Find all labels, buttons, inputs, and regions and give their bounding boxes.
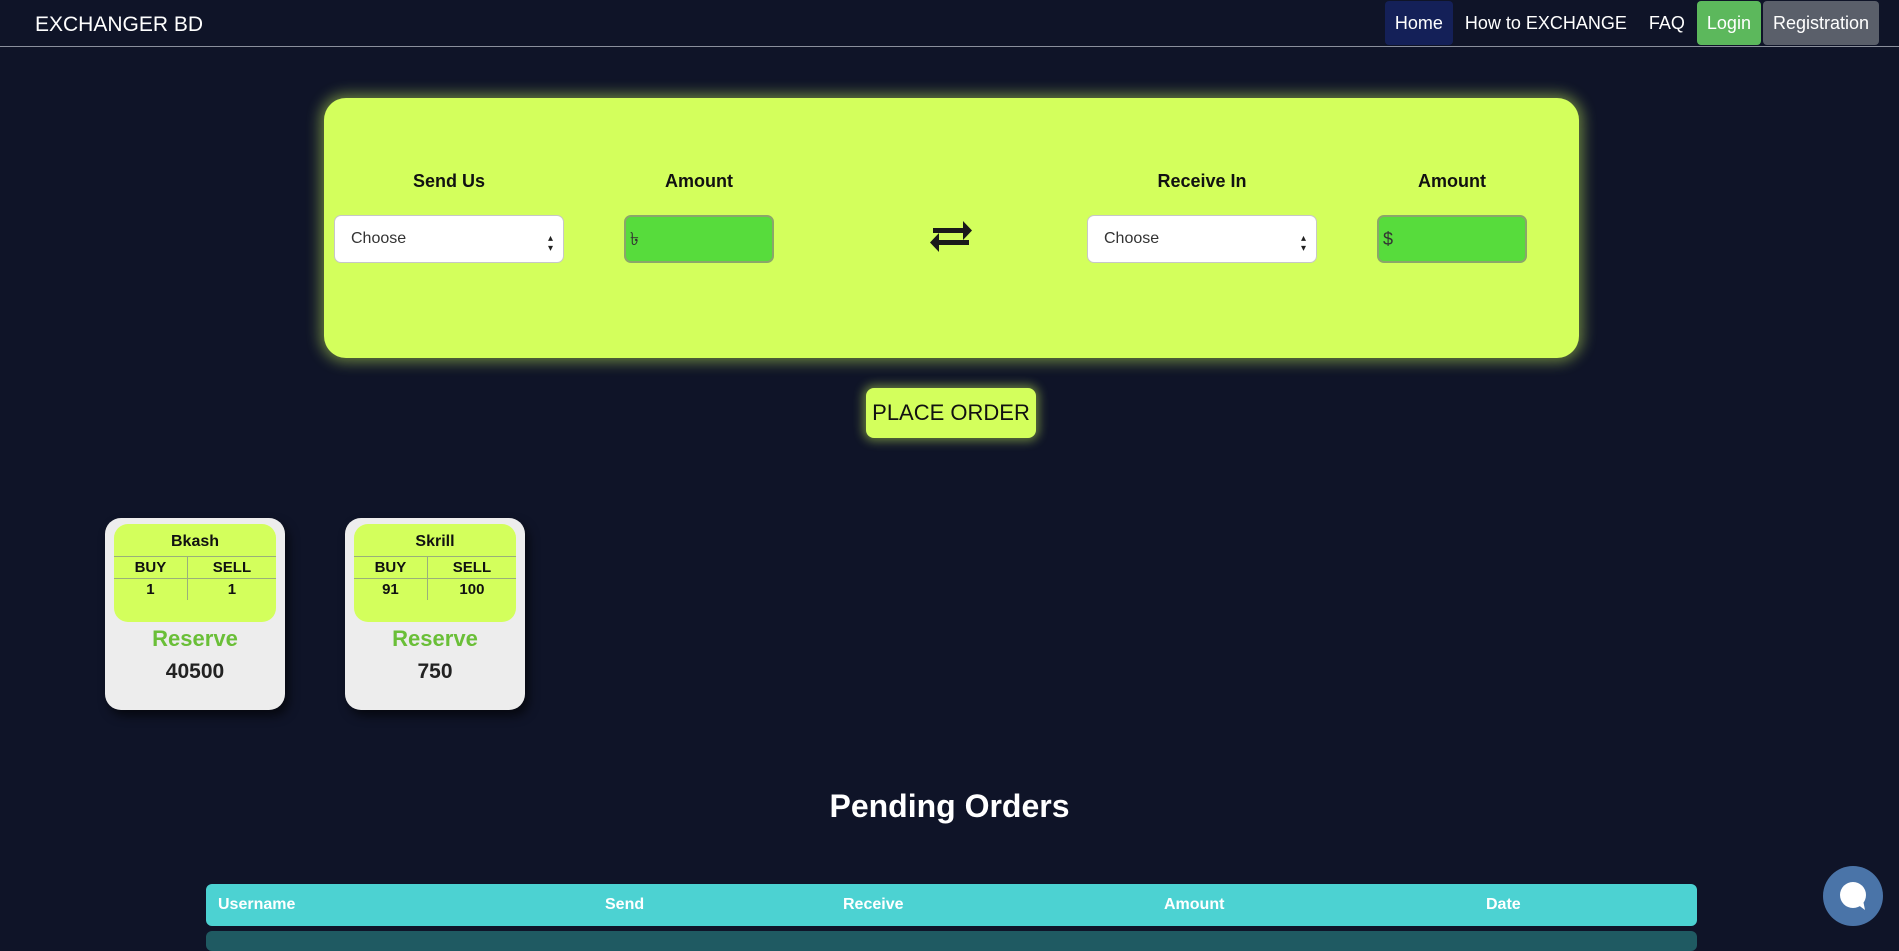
receive-amount-input[interactable]: $ bbox=[1377, 215, 1527, 263]
rate-panel: Skrill BUY SELL 91 100 bbox=[354, 524, 516, 622]
buy-header: BUY bbox=[354, 556, 428, 579]
receive-amount-label: Amount bbox=[1418, 171, 1486, 191]
rate-table: BUY SELL 91 100 bbox=[354, 556, 516, 600]
sell-rate: 1 bbox=[227, 581, 237, 598]
rate-currency-name: Bkash bbox=[170, 533, 220, 550]
sell-header: SELL bbox=[187, 556, 276, 579]
table-row bbox=[206, 931, 1697, 951]
receive-currency-select[interactable]: Choose ▴ ▾ bbox=[1087, 215, 1317, 263]
nav-login-button[interactable]: Login bbox=[1696, 1, 1761, 45]
receive-select-value: Choose bbox=[1104, 230, 1160, 247]
swap-arrows-icon[interactable] bbox=[929, 216, 973, 252]
chat-bubble-icon bbox=[1840, 882, 1866, 910]
navbar: EXCHANGER BD Home How to EXCHANGE FAQ Lo… bbox=[0, 0, 1899, 47]
reserve-value: 750 bbox=[417, 660, 453, 683]
place-order-button[interactable]: PLACE ORDER bbox=[866, 388, 1036, 438]
col-username: Username bbox=[218, 896, 296, 913]
taka-symbol: ৳ bbox=[630, 229, 639, 249]
sell-rate: 100 bbox=[459, 581, 485, 598]
col-send: Send bbox=[605, 896, 645, 913]
sell-header: SELL bbox=[427, 556, 516, 579]
send-select-value: Choose bbox=[351, 230, 407, 247]
reserve-label: Reserve bbox=[152, 626, 238, 651]
select-arrows-icon: ▴ ▾ bbox=[1300, 233, 1306, 254]
send-amount-input[interactable]: ৳ bbox=[624, 215, 774, 263]
col-date: Date bbox=[1486, 896, 1521, 913]
rate-card-skrill: Skrill BUY SELL 91 100 Reserve 750 bbox=[345, 518, 525, 710]
nav-registration-button[interactable]: Registration bbox=[1762, 1, 1879, 45]
send-currency-select[interactable]: Choose ▴ ▾ bbox=[334, 215, 564, 263]
reserve-value: 40500 bbox=[165, 660, 225, 683]
receive-in-label: Receive In bbox=[1157, 171, 1247, 191]
dollar-symbol: $ bbox=[1383, 229, 1394, 249]
reserve-label: Reserve bbox=[392, 626, 478, 651]
pending-orders-title: Pending Orders bbox=[829, 788, 1070, 824]
send-amount-label: Amount bbox=[665, 171, 733, 191]
buy-rate: 1 bbox=[114, 578, 188, 600]
brand-logo[interactable]: EXCHANGER BD bbox=[35, 13, 203, 37]
rate-table: BUY SELL 1 1 bbox=[114, 556, 276, 600]
buy-rate: 91 bbox=[354, 578, 428, 600]
nav-links: Home How to EXCHANGE FAQ Login Registrat… bbox=[1383, 0, 1879, 46]
exchange-form: Send Us Choose ▴ ▾ Amount ৳ Receive In Ch… bbox=[324, 98, 1579, 358]
buy-header: BUY bbox=[114, 556, 188, 579]
nav-how-to-exchange[interactable]: How to EXCHANGE bbox=[1455, 1, 1637, 45]
nav-faq[interactable]: FAQ bbox=[1639, 1, 1695, 45]
rate-panel: Bkash BUY SELL 1 1 bbox=[114, 524, 276, 622]
col-receive: Receive bbox=[843, 896, 904, 913]
select-arrows-icon: ▴ ▾ bbox=[547, 233, 553, 254]
rate-currency-name: Skrill bbox=[415, 533, 455, 550]
chat-widget-button[interactable] bbox=[1823, 866, 1883, 926]
send-us-label: Send Us bbox=[412, 171, 486, 191]
orders-table-header: Username Send Receive Amount Date bbox=[206, 884, 1697, 926]
col-amount: Amount bbox=[1164, 896, 1225, 913]
rate-card-bkash: Bkash BUY SELL 1 1 Reserve 40500 bbox=[105, 518, 285, 710]
nav-home[interactable]: Home bbox=[1384, 1, 1453, 45]
